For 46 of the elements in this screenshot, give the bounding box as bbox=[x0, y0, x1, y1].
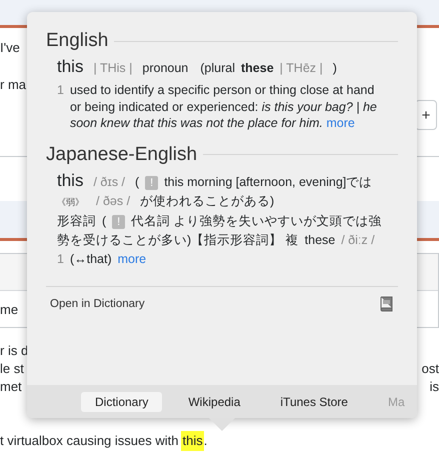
entry-text: 勢を受けることが多い)【指示形容詞】 複 bbox=[57, 232, 299, 248]
highlighted-word: this bbox=[181, 431, 204, 451]
box-text: me bbox=[0, 302, 18, 316]
headword: this bbox=[57, 172, 84, 188]
more-link[interactable]: more bbox=[326, 116, 355, 130]
source-tab[interactable]: iTunes Store bbox=[266, 392, 362, 412]
usage-label: 《弱》 bbox=[57, 196, 84, 208]
entry-text: ( bbox=[135, 174, 140, 190]
body-text: r ma bbox=[0, 76, 26, 94]
open-in-dictionary-link[interactable]: Open in Dictionary bbox=[50, 298, 145, 310]
pronunciation: / ðəs / bbox=[96, 192, 130, 210]
source-tab[interactable]: Dictionary bbox=[81, 392, 162, 412]
body-text: I've bbox=[0, 39, 20, 57]
section-title: English bbox=[46, 30, 108, 52]
body-text: ost bbox=[422, 360, 439, 378]
entry-text: this morning [afternoon, evening]では bbox=[164, 174, 372, 190]
entry-text: (↔that) bbox=[70, 250, 112, 268]
sense-number: 1 bbox=[57, 82, 64, 99]
body-text: le st bbox=[0, 360, 24, 378]
entry-text: 形容詞 bbox=[57, 212, 96, 230]
definition-text: used to identify a specific person or thing close at hand or being indicated or experienced: is this your bag? | he soon knew that this was not the place for him. more bbox=[70, 82, 378, 132]
entry-text: ) bbox=[332, 60, 337, 77]
entry-text: 代名詞 より強勢を失いやすいが文頭では強 bbox=[131, 212, 382, 230]
more-link[interactable]: more bbox=[118, 250, 146, 268]
pronunciation: / ðiːz / bbox=[341, 232, 375, 248]
pronunciation: / ðɪs / bbox=[93, 174, 126, 190]
book-icon[interactable] bbox=[379, 296, 394, 312]
sense-number: 1 bbox=[57, 250, 64, 268]
body-text: met bbox=[0, 378, 22, 396]
part-of-speech: pronoun bbox=[142, 60, 188, 77]
entry-text: が使われることがある) bbox=[140, 192, 274, 210]
entry-text: (plural bbox=[200, 60, 235, 77]
add-button[interactable]: + bbox=[415, 100, 437, 130]
body-text: . bbox=[204, 432, 208, 450]
entry-text: these bbox=[304, 232, 336, 248]
pronunciation: | THēz | bbox=[280, 60, 323, 77]
body-text: t virtualbox causing issues with bbox=[0, 432, 178, 450]
entry-text: ( bbox=[102, 212, 106, 230]
plural-form: these bbox=[241, 60, 274, 77]
body-text: is bbox=[430, 378, 439, 396]
pronunciation: | THis | bbox=[93, 60, 132, 77]
note-badge: ! bbox=[145, 176, 158, 190]
section-title: Japanese-English bbox=[46, 144, 198, 166]
headword: this bbox=[57, 58, 84, 75]
source-tab[interactable]: Wikipedia bbox=[174, 392, 254, 412]
note-badge: ! bbox=[112, 214, 126, 228]
